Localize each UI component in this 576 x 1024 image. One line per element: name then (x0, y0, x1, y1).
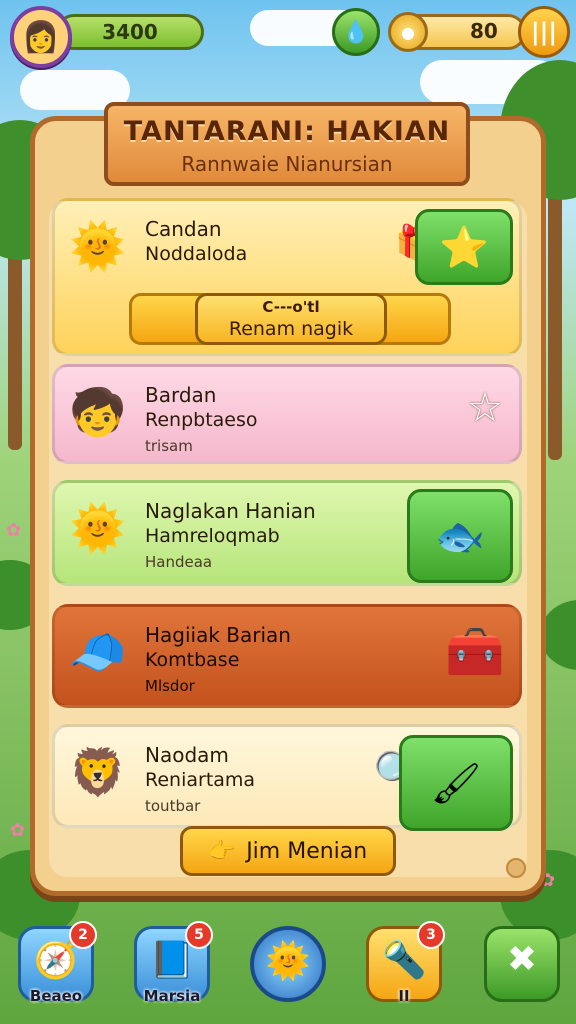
score-counter: 3400 (56, 14, 204, 50)
quest-card-2[interactable]: 🧒 Bardan Renpbtaeso trisam ☆ (52, 364, 522, 464)
quest-subtitle: Renpbtaeso (145, 409, 258, 431)
character-icon: 🧒 (69, 384, 127, 439)
quest-note: Mlsdor (145, 677, 195, 695)
quest-card-3[interactable]: 🌞 Naglakan Hanian Hamreloqmab Handeaa 🐟 (52, 480, 522, 586)
quest-note: toutbar (145, 797, 201, 815)
sun-icon: 🌞 (69, 218, 127, 273)
quest-subtitle: Reniartama (145, 769, 256, 791)
quest-subtitle: Noddaloda (145, 243, 248, 265)
notification-badge: 3 (417, 921, 445, 949)
star-outline-icon[interactable]: ☆ (467, 385, 503, 431)
pointer-icon: 👉 (208, 838, 237, 864)
panel-subtitle: Rannwaie Nianursian (181, 152, 393, 176)
sun-icon: 🌞 (69, 500, 127, 555)
nav-button-close[interactable]: ✖ (484, 926, 560, 1002)
fish-icon: 🐟 (435, 513, 485, 560)
chest-icon[interactable]: 🧰 (445, 623, 505, 680)
quest-title: Bardan (145, 383, 217, 407)
gem-icon: 💧 (342, 19, 370, 45)
coin-icon: ● (388, 12, 428, 52)
quest-title: Candan (145, 217, 222, 241)
nav-button-2[interactable]: 📘 5 Marsia (134, 921, 213, 1005)
sun-icon: 🌞 (265, 941, 311, 982)
explorer-icon: 🧢 (69, 624, 127, 679)
star-icon: ⭐ (439, 224, 489, 271)
score-value: 3400 (102, 20, 158, 44)
notification-badge: 5 (185, 921, 213, 949)
title-board: TANTARANI: HAKIAN Rannwaie Nianursian (104, 102, 470, 186)
claim-reward-button[interactable]: C---o'tl Renam nagik (195, 293, 387, 345)
brush-icon: 🖌 (430, 760, 482, 807)
claim-button-label: Renam nagik (228, 318, 354, 340)
fish-action-button[interactable]: 🐟 (407, 489, 513, 583)
quest-note: Handeaa (145, 553, 213, 571)
nav-label: Marsia (143, 987, 201, 1005)
coin-value: 80 (470, 19, 498, 43)
player-avatar[interactable]: 👩 (10, 6, 72, 68)
quest-card-4[interactable]: 🧢 Hagiiak Barian Komtbase Mlsdor 🧰 (52, 604, 522, 708)
gem-button[interactable]: 💧 (332, 8, 380, 56)
quest-title: Hagiiak Barian (145, 623, 291, 647)
shop-icon: ||| (530, 18, 558, 46)
quest-card-1[interactable]: 🌞 Candan Noddaloda 🎁 ⭐ C---o'tl Renam na… (52, 198, 522, 356)
quest-card-5[interactable]: 🦁 Naodam Reniartama toutbar 🔍 🖌 (52, 724, 522, 831)
nav-button-home[interactable]: 🌞 (250, 926, 326, 1002)
quest-note: trisam (145, 437, 193, 455)
brush-action-button[interactable]: 🖌 (399, 735, 513, 831)
quest-title: Naglakan Hanian (145, 499, 316, 523)
panel-indicator-dot (506, 858, 526, 878)
nav-button-4[interactable]: 🔦 3 II (366, 921, 445, 1005)
quest-title: Naodam (145, 743, 229, 767)
shop-button[interactable]: ||| (518, 6, 570, 58)
quest-subtitle: Hamreloqmab (145, 525, 280, 547)
join-button[interactable]: 👉 Jim Menian (180, 826, 396, 876)
lion-icon: 🦁 (69, 744, 127, 799)
nav-button-1[interactable]: 🧭 2 Beaeo (18, 921, 97, 1005)
panel-title: TANTARANI: HAKIAN (123, 116, 451, 147)
join-button-label: Jim Menian (246, 838, 368, 864)
nav-label: II (398, 987, 410, 1005)
nav-label: Beaeo (29, 987, 83, 1005)
close-icon: ✖ (506, 939, 538, 980)
quest-subtitle: Komtbase (145, 649, 240, 671)
star-action-button[interactable]: ⭐ (415, 209, 513, 285)
claim-button-top: C---o'tl (262, 298, 320, 316)
avatar-icon: 👩 (22, 19, 60, 55)
notification-badge: 2 (69, 921, 97, 949)
